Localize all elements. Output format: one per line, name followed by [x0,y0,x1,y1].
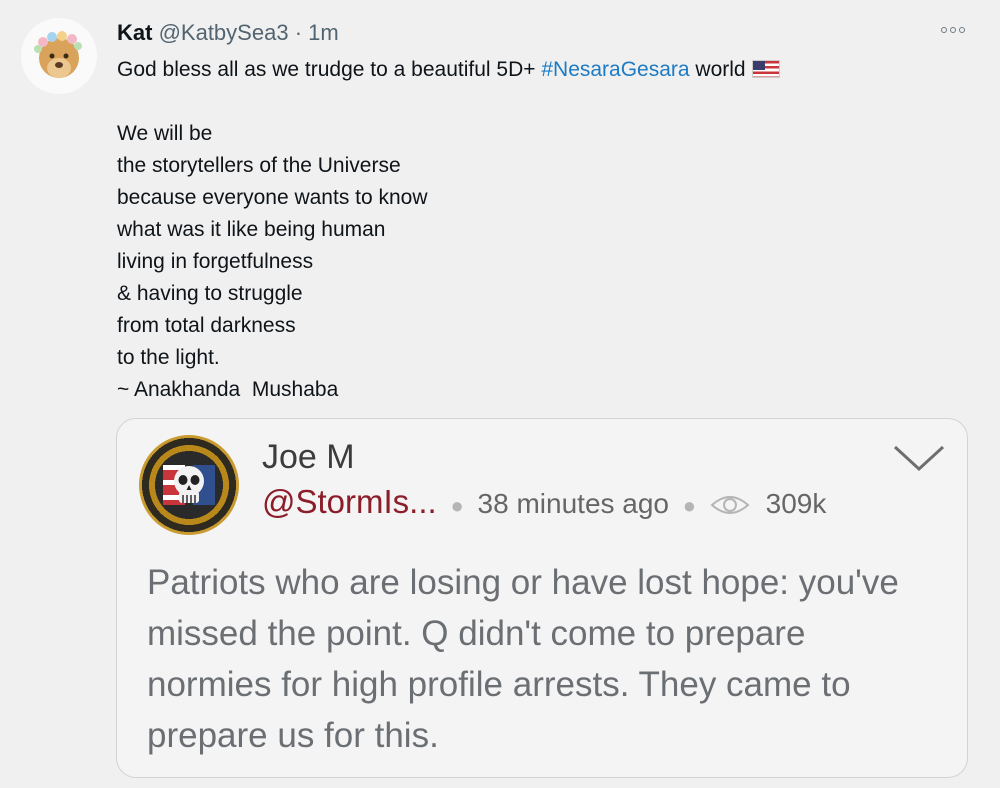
quoted-text-line: missed the point. Q didn't come to prepa… [147,614,806,653]
meta-dot: ● [682,493,697,518]
tweet-text-segment: God bless all as we trudge to a beautifu… [117,58,542,81]
poem-line: from total darkness [117,314,296,337]
more-options-icon[interactable] [938,20,968,40]
poem-line: to the light. [117,346,220,369]
meta-dot: ● [450,493,464,518]
poem-line: the storytellers of the Universe [117,154,401,177]
tweet-first-line: God bless all as we trudge to a beautifu… [117,54,780,86]
quoted-text-line: prepare us for this. [147,716,439,755]
view-count: 309k [765,488,827,519]
punisher-skull-emblem-icon [139,435,239,535]
poem-line: & having to struggle [117,282,303,305]
header-separator: · [294,20,303,45]
quoted-author-name[interactable]: Joe M [262,437,355,477]
quoted-post-card[interactable]: Joe M @StormIs... ● 38 minutes ago ● 309… [116,418,968,778]
tweet: Kat @KatbySea3 · 1m God bless all as we … [0,0,1000,788]
quoted-meta: @StormIs... ● 38 minutes ago ● 309k [262,483,826,527]
chevron-down-icon[interactable] [893,443,945,475]
poem-line: what was it like being human [117,218,386,241]
hashtag-link[interactable]: #NesaraGesara [541,58,689,81]
poem-line: living in forgetfulness [117,250,314,273]
quoted-timestamp: 38 minutes ago [477,488,670,519]
poem-line: We will be [117,122,213,145]
tweet-text: God bless all as we trudge to a beautifu… [117,54,780,406]
poem-line: because everyone wants to know [117,186,428,209]
tweet-timestamp[interactable]: 1m [308,20,339,45]
poem-attribution: ~ Anakhanda Mushaba [117,378,339,401]
tweet-text-segment: world [689,58,746,81]
author-name[interactable]: Kat [117,20,152,45]
tweet-header: Kat @KatbySea3 · 1m [117,20,339,46]
eye-icon [710,489,750,527]
quoted-text-line: Patriots who are losing or have lost hop… [147,563,899,602]
lion-cub-avatar-icon[interactable] [21,18,97,94]
us-flag-icon [751,60,780,78]
author-handle[interactable]: @KatbySea3 [159,20,289,45]
quoted-post-text: Patriots who are losing or have lost hop… [147,557,899,761]
quoted-author-handle[interactable]: @StormIs... [262,483,437,520]
quoted-text-line: normies for high profile arrests. They c… [147,665,851,704]
